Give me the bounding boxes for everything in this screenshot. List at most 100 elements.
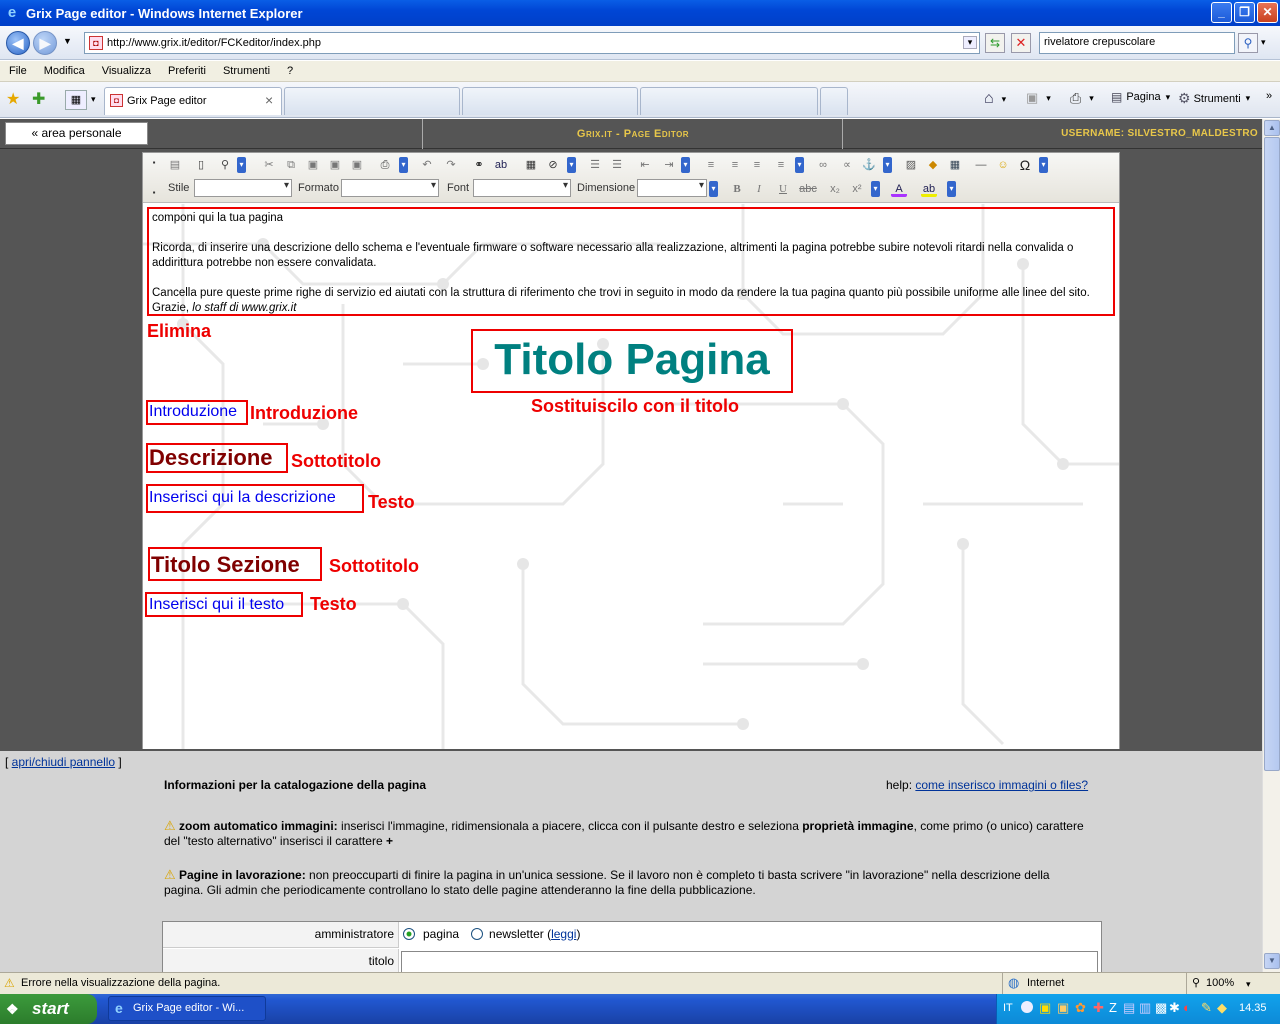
text-color-icon[interactable]: A: [891, 181, 907, 197]
page-menu-button[interactable]: ▤ Pagina ▾: [1111, 90, 1170, 104]
language-indicator[interactable]: IT: [1003, 1002, 1013, 1014]
stile-select[interactable]: [194, 179, 292, 197]
scroll-thumb[interactable]: [1264, 137, 1280, 771]
subscript-icon[interactable]: x₂: [827, 181, 843, 197]
bullet-list-icon[interactable]: ☰: [609, 157, 625, 173]
radio-pagina[interactable]: [403, 928, 415, 940]
zoom-icon[interactable]: ⚲: [1192, 976, 1200, 989]
tray-app-icon[interactable]: ▤: [1123, 1000, 1135, 1016]
tray-app-icon[interactable]: ✿: [1075, 1000, 1086, 1016]
toolbar-dropdown-icon[interactable]: ▾: [399, 157, 408, 173]
forward-button[interactable]: ▶: [33, 31, 57, 55]
toolbar-dropdown-icon[interactable]: ▾: [871, 181, 880, 197]
toolbar-dropdown-icon[interactable]: ▾: [681, 157, 690, 173]
empty-tab[interactable]: [640, 87, 818, 115]
search-icon[interactable]: ⚲: [1238, 33, 1258, 53]
preview-icon[interactable]: ⚲: [217, 157, 233, 173]
outdent-icon[interactable]: ⇤: [637, 157, 653, 173]
status-message[interactable]: Errore nella visualizzazione della pagin…: [21, 977, 220, 989]
tray-app-icon[interactable]: ◆: [1217, 1000, 1227, 1016]
dimensione-select[interactable]: [637, 179, 707, 197]
paste-icon[interactable]: ▣: [305, 157, 321, 173]
close-window-button[interactable]: ✕: [1257, 2, 1278, 23]
empty-tab[interactable]: [284, 87, 460, 115]
bluetooth-icon[interactable]: ✱: [1169, 1000, 1180, 1016]
tray-app-icon[interactable]: ▣: [1057, 1000, 1069, 1016]
special-char-icon[interactable]: Ω: [1017, 157, 1033, 173]
taskbar-item-ie[interactable]: e Grix Page editor - Wi...: [108, 996, 266, 1021]
toolbar-dropdown-icon[interactable]: ▾: [1039, 157, 1048, 173]
align-right-icon[interactable]: ≡: [749, 157, 765, 173]
anchor-icon[interactable]: ⚓: [861, 157, 877, 173]
address-field[interactable]: ◘ http://www.grix.it/editor/FCKeditor/in…: [84, 32, 980, 54]
stop-icon[interactable]: ✕: [1011, 33, 1031, 53]
font-select[interactable]: [473, 179, 571, 197]
align-center-icon[interactable]: ≡: [727, 157, 743, 173]
minimize-button[interactable]: _: [1211, 2, 1232, 23]
undo-icon[interactable]: ↶: [419, 157, 435, 173]
zoom-dropdown-icon[interactable]: ▾: [1246, 979, 1251, 990]
flash-icon[interactable]: ◆: [925, 157, 941, 173]
help-link[interactable]: come inserisco immagini o files?: [915, 778, 1088, 792]
tab-grix-page-editor[interactable]: ◘ Grix Page editor ×: [104, 87, 282, 115]
new-tab-button[interactable]: [820, 87, 848, 115]
tray-app-icon[interactable]: ✎: [1201, 1000, 1212, 1016]
underline-icon[interactable]: U: [775, 181, 791, 197]
superscript-icon[interactable]: x²: [849, 181, 865, 197]
back-button[interactable]: ◀: [6, 31, 30, 55]
background-color-icon[interactable]: ab: [921, 181, 937, 197]
redo-icon[interactable]: ↷: [443, 157, 459, 173]
paste-text-icon[interactable]: ▣: [327, 157, 343, 173]
tray-app-icon[interactable]: ▣: [1039, 1000, 1051, 1016]
table-icon[interactable]: ▦: [947, 157, 963, 173]
scroll-up-button[interactable]: ▲: [1264, 120, 1280, 136]
menu-file[interactable]: File: [0, 65, 35, 77]
cut-icon[interactable]: ✂: [261, 157, 277, 173]
link-icon[interactable]: ∞: [815, 157, 831, 173]
image-icon[interactable]: ▨: [903, 157, 919, 173]
toolbar-dropdown-icon[interactable]: ▾: [567, 157, 576, 173]
source-icon[interactable]: ▤: [167, 157, 183, 173]
replace-icon[interactable]: ab: [493, 157, 509, 173]
tab-close-icon[interactable]: ×: [265, 92, 273, 108]
toolbar-dropdown-icon[interactable]: ▾: [795, 157, 804, 173]
smiley-icon[interactable]: ☺: [995, 157, 1011, 173]
find-icon[interactable]: ⚭: [471, 157, 487, 173]
tray-app-icon[interactable]: ✚: [1093, 1000, 1104, 1016]
formato-select[interactable]: [341, 179, 439, 197]
remove-format-icon[interactable]: ⊘: [545, 157, 561, 173]
maximize-button[interactable]: ❐: [1234, 2, 1255, 23]
quick-tabs-icon[interactable]: ▦: [65, 90, 87, 110]
toolbar-dropdown-icon[interactable]: ▾: [947, 181, 956, 197]
intro-link[interactable]: Introduzione: [149, 403, 237, 421]
feeds-button[interactable]: ▣ ▾: [1026, 90, 1051, 106]
indent-icon[interactable]: ⇥: [661, 157, 677, 173]
menu-preferiti[interactable]: Preferiti: [159, 65, 214, 77]
new-page-icon[interactable]: ▯: [193, 157, 209, 173]
select-all-icon[interactable]: ▦: [523, 157, 539, 173]
tray-toggle-icon[interactable]: [1021, 1001, 1033, 1013]
area-personale-button[interactable]: « area personale: [5, 122, 148, 145]
tray-app-icon[interactable]: Z: [1109, 1000, 1117, 1015]
zoom-level[interactable]: 100%: [1206, 977, 1234, 989]
network-icon[interactable]: ▥: [1139, 1000, 1151, 1016]
paste-word-icon[interactable]: ▣: [349, 157, 365, 173]
copy-icon[interactable]: ⧉: [283, 157, 299, 173]
toolbar-dropdown-icon[interactable]: ▾: [709, 181, 718, 197]
favorites-star-icon[interactable]: ★: [6, 89, 20, 109]
home-button[interactable]: ⌂ ▾: [984, 90, 1006, 108]
history-dropdown-icon[interactable]: ▼: [63, 36, 72, 46]
address-dropdown-icon[interactable]: ▾: [963, 36, 977, 49]
bold-icon[interactable]: B: [729, 181, 745, 197]
strikethrough-icon[interactable]: abc: [797, 181, 819, 197]
align-left-icon[interactable]: ≡: [703, 157, 719, 173]
italic-icon[interactable]: I: [751, 181, 767, 197]
justify-icon[interactable]: ≡: [773, 157, 789, 173]
toolbar-dropdown-icon[interactable]: ▾: [883, 157, 892, 173]
unlink-icon[interactable]: ∝: [839, 157, 855, 173]
editor-content[interactable]: componi qui la tua pagina Ricorda, di in…: [143, 204, 1119, 749]
menu-modifica[interactable]: Modifica: [35, 65, 93, 77]
panel-toggle-link[interactable]: apri/chiudi pannello: [12, 755, 115, 769]
more-commands-icon[interactable]: »: [1266, 90, 1272, 102]
antivirus-icon[interactable]: ◐: [1183, 1000, 1191, 1015]
